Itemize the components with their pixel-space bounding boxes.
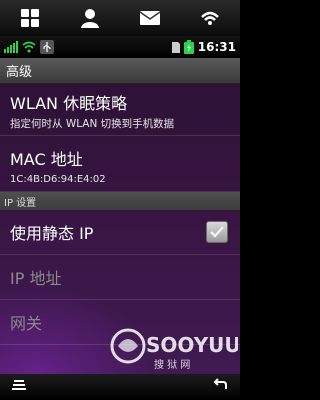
sd-card-icon xyxy=(171,42,180,53)
back-arrow-icon xyxy=(213,378,227,389)
status-bar: 16:31 xyxy=(0,36,240,58)
wifi-icon xyxy=(22,41,36,53)
ip-address-item[interactable]: IP 地址 xyxy=(0,255,240,300)
page-title: 高级 xyxy=(0,58,240,84)
checkmark-icon xyxy=(210,226,224,238)
bottom-navigation-bar xyxy=(0,374,240,400)
usb-icon xyxy=(40,40,54,54)
wlan-sleep-policy-summary: 指定何时从 WLAN 切换到手机数据 xyxy=(10,118,175,130)
envelope-icon xyxy=(139,11,161,25)
advanced-settings-panel: 高级 WLAN 休眠策略 指定何时从 WLAN 切换到手机数据 MAC 地址 1… xyxy=(0,58,240,374)
signal-button[interactable] xyxy=(180,0,240,36)
gateway-item[interactable]: 网关 xyxy=(0,300,240,345)
person-icon xyxy=(81,9,99,28)
mac-address-item: MAC 地址 1C:4B:D6:94:E4:02 xyxy=(0,136,240,192)
battery-charging-icon xyxy=(183,40,194,54)
mac-address-label: MAC 地址 xyxy=(10,150,83,169)
static-ip-item[interactable]: 使用静态 IP xyxy=(0,210,240,255)
menu-button[interactable] xyxy=(10,376,28,398)
contacts-button[interactable] xyxy=(60,0,120,36)
menu-icon xyxy=(12,380,26,390)
ip-settings-header: IP 设置 xyxy=(0,192,240,210)
signal-waves-icon xyxy=(201,11,219,25)
static-ip-checkbox[interactable] xyxy=(206,221,228,243)
back-button[interactable] xyxy=(212,376,230,398)
mac-address-value: 1C:4B:D6:94:E4:02 xyxy=(10,174,106,185)
top-launcher-bar xyxy=(0,0,240,36)
wlan-sleep-policy-label: WLAN 休眠策略 xyxy=(10,94,128,113)
signal-strength-icon xyxy=(4,41,18,53)
grid-icon xyxy=(21,9,39,27)
wlan-sleep-policy-item[interactable]: WLAN 休眠策略 指定何时从 WLAN 切换到手机数据 xyxy=(0,84,240,136)
ip-address-label: IP 地址 xyxy=(10,269,62,288)
status-time: 16:31 xyxy=(197,40,236,54)
static-ip-label: 使用静态 IP xyxy=(10,224,94,243)
messages-button[interactable] xyxy=(120,0,180,36)
apps-button[interactable] xyxy=(0,0,60,36)
gateway-label: 网关 xyxy=(10,314,43,333)
